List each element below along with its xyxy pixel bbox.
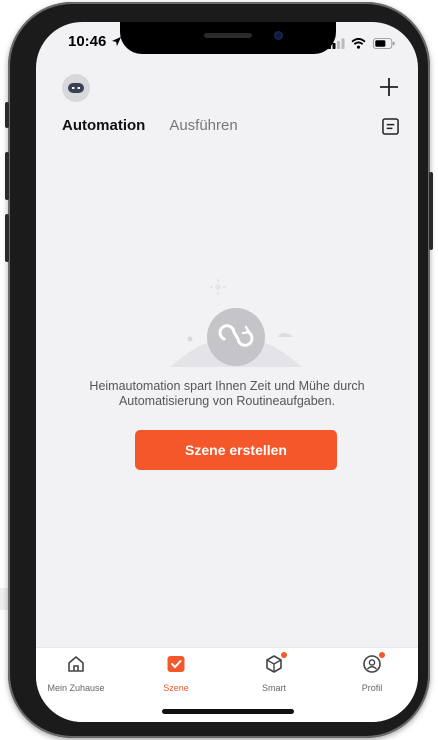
signal-icon [328, 38, 345, 49]
home-icon [68, 656, 84, 672]
app-screen: 10:46 Automation Ausführen Heimautomatio… [36, 22, 418, 722]
bottom-tab-bar: Mein Zuhause Szene Smart Profil [36, 647, 418, 722]
volume-up-button [5, 152, 9, 200]
location-arrow-icon [111, 36, 121, 47]
tab-ausfuehren[interactable]: Ausführen [169, 117, 237, 134]
empty-state-illustration [166, 277, 306, 367]
robot-avatar-icon [68, 83, 84, 93]
tabbar-item-scene[interactable]: Szene [136, 654, 216, 693]
phone-frame: 10:46 Automation Ausführen Heimautomatio… [5, 2, 433, 738]
status-time: 10:46 [68, 33, 122, 50]
mute-switch [5, 102, 9, 128]
add-button[interactable] [374, 72, 404, 102]
home-indicator[interactable] [162, 709, 294, 714]
volume-down-button [5, 214, 9, 262]
plus-icon [380, 78, 398, 96]
tabbar-item-home[interactable]: Mein Zuhause [36, 654, 116, 693]
speaker [204, 33, 252, 38]
tabbar-label: Profil [361, 683, 383, 693]
front-camera [274, 31, 283, 40]
tabbar-label: Smart [261, 683, 286, 693]
notification-dot [379, 652, 385, 658]
scene-check-icon [167, 656, 185, 672]
tabbar-item-smart[interactable]: Smart [234, 652, 314, 693]
battery-icon [373, 38, 395, 49]
document-icon [381, 117, 399, 135]
tab-automation[interactable]: Automation [62, 117, 145, 134]
power-button [429, 172, 433, 250]
notification-dot [281, 652, 287, 658]
log-button[interactable] [380, 116, 400, 136]
empty-state-message: Heimautomation spart Ihnen Zeit und Mühe… [89, 379, 365, 408]
tabbar-label: Mein Zuhause [47, 683, 105, 693]
wifi-icon [351, 38, 366, 49]
notch [120, 22, 336, 54]
create-scene-button[interactable]: Szene erstellen [135, 430, 337, 470]
tabbar-item-profile[interactable]: Profil [332, 652, 412, 693]
status-icons [328, 38, 396, 49]
tabbar-label: Szene [163, 683, 189, 693]
automation-illustration-icon [170, 279, 302, 367]
tab-row: Automation Ausführen [62, 117, 238, 134]
user-avatar[interactable] [62, 74, 90, 102]
